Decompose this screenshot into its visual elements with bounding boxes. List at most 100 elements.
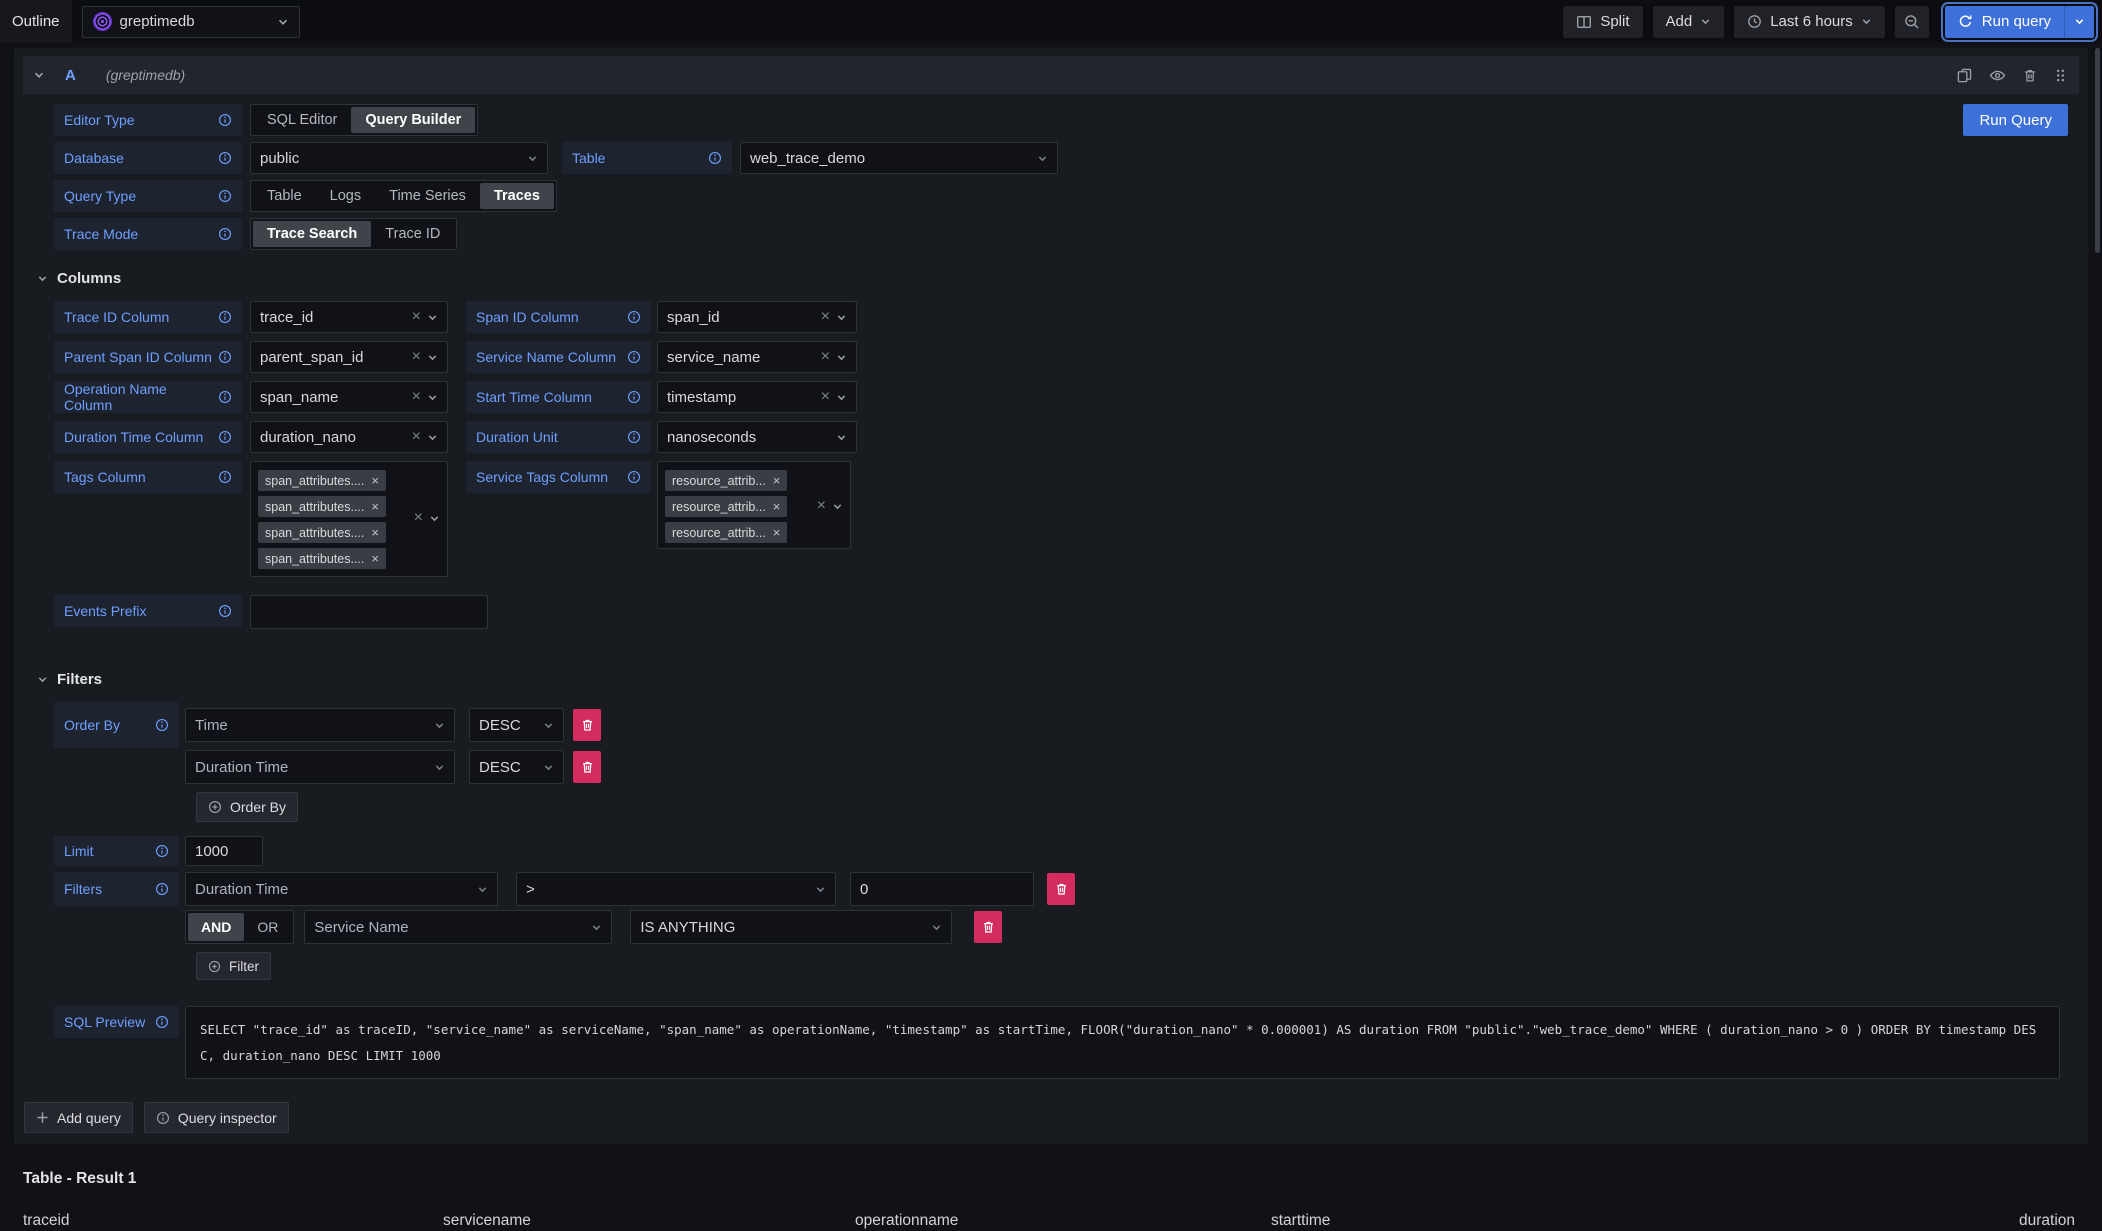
- chevron-down-icon[interactable]: [427, 312, 438, 323]
- column-header-operationname[interactable]: operationname: [845, 1204, 1261, 1231]
- filter-value-input[interactable]: [850, 872, 1034, 906]
- database-select[interactable]: public: [250, 142, 548, 174]
- chevron-down-icon[interactable]: [836, 392, 847, 403]
- split-button[interactable]: Split: [1563, 6, 1642, 38]
- duplicate-query-icon[interactable]: [1957, 68, 1972, 83]
- clear-icon[interactable]: ×: [414, 510, 423, 526]
- chevron-down-icon[interactable]: [427, 352, 438, 363]
- chevron-down-icon[interactable]: [931, 922, 942, 933]
- info-icon[interactable]: [218, 310, 232, 324]
- info-icon[interactable]: [627, 310, 641, 324]
- tag-chip[interactable]: span_attributes....×: [258, 470, 386, 491]
- zoom-out-time-button[interactable]: [1895, 6, 1929, 38]
- datasource-picker[interactable]: greptimedb: [82, 6, 300, 38]
- remove-order-by-button[interactable]: [573, 709, 601, 741]
- add-order-by-button[interactable]: Order By: [196, 792, 298, 822]
- filter-field-select[interactable]: Service Name: [304, 910, 612, 944]
- chevron-down-icon[interactable]: [591, 922, 602, 933]
- clear-icon[interactable]: ×: [412, 429, 421, 445]
- tab-trace-search[interactable]: Trace Search: [253, 221, 371, 247]
- info-icon[interactable]: [155, 718, 169, 732]
- clear-icon[interactable]: ×: [821, 309, 830, 325]
- table-select[interactable]: web_trace_demo: [740, 142, 1058, 174]
- start-time-column-select[interactable]: timestamp×: [657, 381, 857, 413]
- service-tags-column-multiselect[interactable]: resource_attrib...× resource_attrib...× …: [657, 461, 851, 549]
- info-icon[interactable]: [627, 470, 641, 484]
- time-range-picker[interactable]: Last 6 hours: [1734, 6, 1885, 38]
- filters-section-header[interactable]: Filters: [37, 671, 2074, 688]
- chevron-down-icon[interactable]: [434, 762, 445, 773]
- chevron-down-icon[interactable]: [815, 884, 826, 895]
- filter-operator-select[interactable]: IS ANYTHING: [630, 910, 952, 944]
- filter-operator-select[interactable]: >: [516, 872, 836, 906]
- chevron-down-icon[interactable]: [836, 312, 847, 323]
- column-header-starttime[interactable]: starttime: [1261, 1204, 1673, 1231]
- tags-column-multiselect[interactable]: span_attributes....× span_attributes....…: [250, 461, 448, 577]
- info-icon[interactable]: [155, 844, 169, 858]
- remove-chip-icon[interactable]: ×: [371, 499, 379, 514]
- chevron-down-icon[interactable]: [527, 153, 538, 164]
- order-by-field-select[interactable]: Time: [185, 708, 455, 742]
- duration-unit-select[interactable]: nanoseconds: [657, 421, 857, 453]
- info-icon[interactable]: [218, 189, 232, 203]
- info-icon[interactable]: [218, 390, 232, 404]
- service-tag-chip[interactable]: resource_attrib...×: [665, 496, 787, 517]
- chevron-down-icon[interactable]: [836, 352, 847, 363]
- chevron-down-icon[interactable]: [434, 720, 445, 731]
- chevron-down-icon[interactable]: [429, 513, 440, 524]
- tab-logs[interactable]: Logs: [316, 183, 375, 209]
- trace-id-column-select[interactable]: trace_id×: [250, 301, 448, 333]
- info-icon[interactable]: [218, 604, 232, 618]
- order-by-field-select[interactable]: Duration Time: [185, 750, 455, 784]
- remove-filter-button[interactable]: [974, 911, 1002, 943]
- tag-chip[interactable]: span_attributes....×: [258, 548, 386, 569]
- remove-chip-icon[interactable]: ×: [371, 551, 379, 566]
- remove-chip-icon[interactable]: ×: [371, 525, 379, 540]
- events-prefix-input[interactable]: [250, 595, 488, 629]
- info-icon[interactable]: [155, 1015, 169, 1029]
- info-icon[interactable]: [218, 430, 232, 444]
- outline-toggle[interactable]: Outline: [0, 0, 72, 43]
- chevron-down-icon[interactable]: [836, 432, 847, 443]
- info-icon[interactable]: [218, 227, 232, 241]
- collapse-chevron-icon[interactable]: [33, 69, 45, 81]
- add-dropdown[interactable]: Add: [1653, 6, 1725, 38]
- drag-handle-grip-icon[interactable]: [2054, 68, 2067, 83]
- remove-filter-button[interactable]: [1047, 873, 1075, 905]
- tag-chip[interactable]: span_attributes....×: [258, 522, 386, 543]
- service-tag-chip[interactable]: resource_attrib...×: [665, 522, 787, 543]
- run-query-panel-button[interactable]: Run Query: [1963, 104, 2068, 136]
- clear-icon[interactable]: ×: [412, 309, 421, 325]
- chevron-down-icon[interactable]: [477, 884, 488, 895]
- run-query-button[interactable]: Run query: [1945, 6, 2064, 38]
- tab-trace-id[interactable]: Trace ID: [371, 221, 454, 247]
- add-filter-button[interactable]: Filter: [196, 952, 271, 980]
- tag-chip[interactable]: span_attributes....×: [258, 496, 386, 517]
- order-by-direction-select[interactable]: DESC: [469, 708, 564, 742]
- chevron-down-icon[interactable]: [1037, 153, 1048, 164]
- info-icon[interactable]: [627, 390, 641, 404]
- clear-icon[interactable]: ×: [821, 349, 830, 365]
- and-option[interactable]: AND: [188, 913, 244, 941]
- info-icon[interactable]: [218, 151, 232, 165]
- query-ref-id[interactable]: A: [65, 67, 76, 84]
- parent-span-id-column-select[interactable]: parent_span_id×: [250, 341, 448, 373]
- chevron-down-icon[interactable]: [543, 720, 554, 731]
- service-tag-chip[interactable]: resource_attrib...×: [665, 470, 787, 491]
- info-icon[interactable]: [155, 882, 169, 896]
- remove-chip-icon[interactable]: ×: [773, 499, 781, 514]
- tab-query-builder[interactable]: Query Builder: [351, 107, 475, 133]
- clear-icon[interactable]: ×: [821, 389, 830, 405]
- run-query-options-caret[interactable]: [2064, 6, 2094, 38]
- delete-query-trash-icon[interactable]: [2023, 68, 2037, 83]
- info-icon[interactable]: [708, 151, 722, 165]
- remove-order-by-button[interactable]: [573, 751, 601, 783]
- clear-icon[interactable]: ×: [412, 389, 421, 405]
- hide-query-eye-icon[interactable]: [1989, 68, 2006, 83]
- info-icon[interactable]: [218, 470, 232, 484]
- tab-table[interactable]: Table: [253, 183, 316, 209]
- clear-icon[interactable]: ×: [412, 349, 421, 365]
- add-query-button[interactable]: Add query: [24, 1102, 133, 1133]
- info-icon[interactable]: [218, 113, 232, 127]
- or-option[interactable]: OR: [244, 913, 291, 941]
